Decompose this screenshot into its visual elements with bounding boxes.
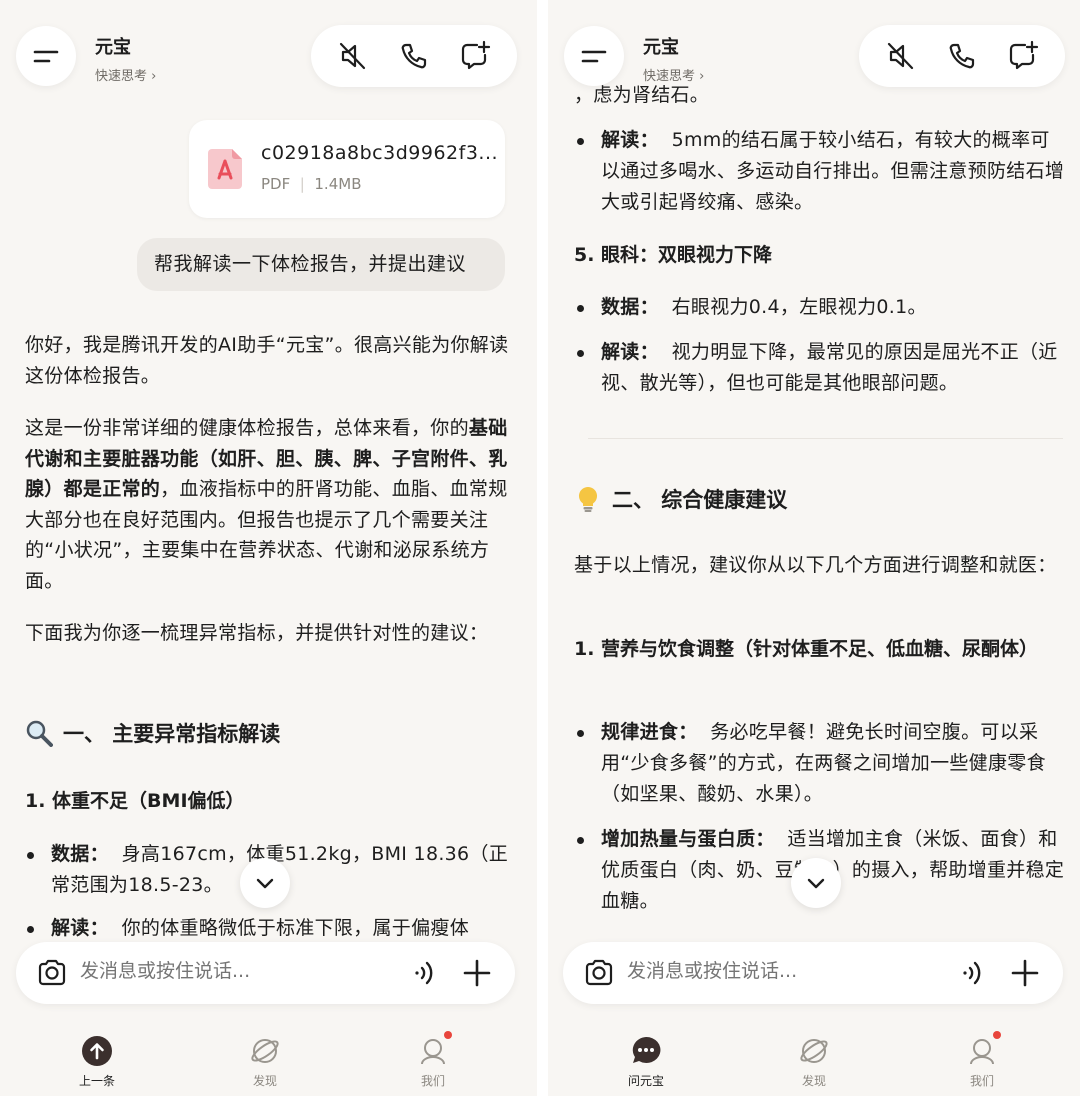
eye-data-bullet: 数据： 右眼视力0.4，左眼视力0.1。 xyxy=(575,292,1067,323)
kidney-read-bullet: 解读： 5mm的结石属于较小结石，有较大的概率可以通过多喝水、多运动自行排出。但… xyxy=(575,125,1067,218)
tab-discover[interactable]: 发现 xyxy=(225,1035,305,1089)
item-5-title: 5. 眼科：双眼视力下降 xyxy=(574,244,773,266)
menu-icon xyxy=(581,50,607,63)
advice-1-title: 1. 营养与饮食调整（针对体重不足、低血糖、尿酮体） xyxy=(574,638,1039,660)
message-input-bar xyxy=(16,942,515,1004)
menu-button[interactable] xyxy=(564,26,624,86)
tab-discover[interactable]: 发现 xyxy=(774,1035,854,1089)
plus-icon[interactable] xyxy=(461,957,493,989)
chevron-right-icon: › xyxy=(151,69,157,84)
top-bar: 元宝 快速思考 › xyxy=(548,0,1080,110)
mute-button[interactable] xyxy=(335,38,371,74)
right-screen: ，虑为肾结石。 解读： 5mm的结石属于较小结石，有较大的概率可以通过多喝水、多… xyxy=(548,0,1080,1096)
menu-button[interactable] xyxy=(16,26,76,86)
camera-icon[interactable] xyxy=(36,957,68,989)
magnifier-icon xyxy=(26,720,53,747)
new-chat-icon xyxy=(461,40,490,70)
lead-in-paragraph: 下面我为你逐一梳理异常指标，并提供针对性的建议： xyxy=(25,622,489,644)
tab-ask-yuanbao[interactable]: 问元宝 xyxy=(606,1035,686,1089)
pdf-attachment-card[interactable]: c02918a8bc3d9962f3... PDF | 1.4MB xyxy=(189,120,505,218)
chevron-down-icon xyxy=(807,878,825,889)
new-chat-button[interactable] xyxy=(457,38,493,74)
bottom-tab-bar: 问元宝 发现 我们 xyxy=(548,1025,1080,1096)
mute-button[interactable] xyxy=(883,38,919,74)
tab-us[interactable]: 我们 xyxy=(942,1031,1022,1089)
call-button[interactable] xyxy=(944,38,980,74)
scroll-down-button[interactable] xyxy=(240,858,290,908)
bulb-icon xyxy=(578,486,598,512)
profile-icon xyxy=(966,1031,1001,1067)
phone-icon xyxy=(401,43,427,69)
title-block[interactable]: 元宝 快速思考 › xyxy=(95,33,156,84)
section-heading-1: 一、 主要异常指标解读 xyxy=(25,718,280,748)
mute-icon xyxy=(888,42,914,70)
advice-regular-meals: 规律进食： 务必吃早餐！避免长时间空腹。可以采用“少食多餐”的方式，在两餐之间增… xyxy=(575,717,1067,810)
profile-icon xyxy=(417,1031,452,1067)
mode-selector[interactable]: 快速思考 › xyxy=(643,65,704,84)
section-heading-2: 二、 综合健康建议 xyxy=(574,484,787,514)
chat-content: c02918a8bc3d9962f3... PDF | 1.4MB 帮我解读一下… xyxy=(0,0,537,946)
chat-content: ，虑为肾结石。 解读： 5mm的结石属于较小结石，有较大的概率可以通过多喝水、多… xyxy=(548,0,1080,946)
summary-paragraph: 这是一份非常详细的健康体检报告，总体来看，你的基础代谢和主要脏器功能（如肝、胆、… xyxy=(25,417,508,592)
tab-us[interactable]: 我们 xyxy=(393,1031,473,1089)
camera-icon[interactable] xyxy=(583,957,615,989)
discover-icon xyxy=(798,1035,830,1067)
action-pill xyxy=(311,25,517,87)
item-1-title: 1. 体重不足（BMI偏低） xyxy=(25,790,245,812)
notification-dot xyxy=(993,1031,1001,1039)
menu-icon xyxy=(33,50,59,63)
message-input[interactable] xyxy=(627,960,937,982)
new-chat-icon xyxy=(1009,40,1038,70)
message-input[interactable] xyxy=(80,960,390,982)
chevron-down-icon xyxy=(256,878,274,889)
new-chat-button[interactable] xyxy=(1005,38,1041,74)
app-title: 元宝 xyxy=(643,37,679,58)
up-arrow-icon xyxy=(81,1035,113,1067)
top-bar: 元宝 快速思考 › xyxy=(0,0,537,110)
file-name: c02918a8bc3d9962f3... xyxy=(261,142,499,164)
intro-paragraph: 你好，我是腾讯开发的AI助手“元宝”。很高兴能为你解读这份体检报告。 xyxy=(25,334,509,387)
action-pill xyxy=(859,25,1065,87)
notification-dot xyxy=(444,1031,452,1039)
call-button[interactable] xyxy=(396,38,432,74)
mute-icon xyxy=(340,42,366,70)
section-2-intro: 基于以上情况，建议你从以下几个方面进行调整和就医： xyxy=(574,554,1057,576)
item-1-read-bullet: 解读： 你的体重略微低于标准下限，属于偏瘦体 xyxy=(25,913,515,944)
mode-selector[interactable]: 快速思考 › xyxy=(95,65,156,84)
message-input-bar xyxy=(563,942,1063,1004)
phone-icon xyxy=(949,43,975,69)
chevron-right-icon: › xyxy=(699,69,705,84)
app-title: 元宝 xyxy=(95,37,131,58)
file-size: 1.4MB xyxy=(314,175,362,193)
file-type: PDF xyxy=(261,175,291,193)
left-screen: c02918a8bc3d9962f3... PDF | 1.4MB 帮我解读一下… xyxy=(0,0,537,1096)
user-message-bubble[interactable]: 帮我解读一下体检报告，并提出建议 xyxy=(137,238,505,291)
eye-read-bullet: 解读： 视力明显下降，最常见的原因是屈光不正（近视、散光等），但也可能是其他眼部… xyxy=(575,337,1067,399)
section-divider xyxy=(588,438,1063,439)
pdf-icon xyxy=(208,149,242,189)
tab-previous[interactable]: 上一条 xyxy=(57,1035,137,1089)
scroll-down-button[interactable] xyxy=(791,858,841,908)
title-block[interactable]: 元宝 快速思考 › xyxy=(643,33,704,84)
plus-icon[interactable] xyxy=(1009,957,1041,989)
voice-icon[interactable] xyxy=(957,958,987,988)
bottom-tab-bar: 上一条 发现 我们 xyxy=(0,1025,537,1096)
file-meta: PDF | 1.4MB xyxy=(261,175,362,193)
chat-icon xyxy=(630,1035,662,1067)
voice-icon[interactable] xyxy=(409,958,439,988)
discover-icon xyxy=(249,1035,281,1067)
